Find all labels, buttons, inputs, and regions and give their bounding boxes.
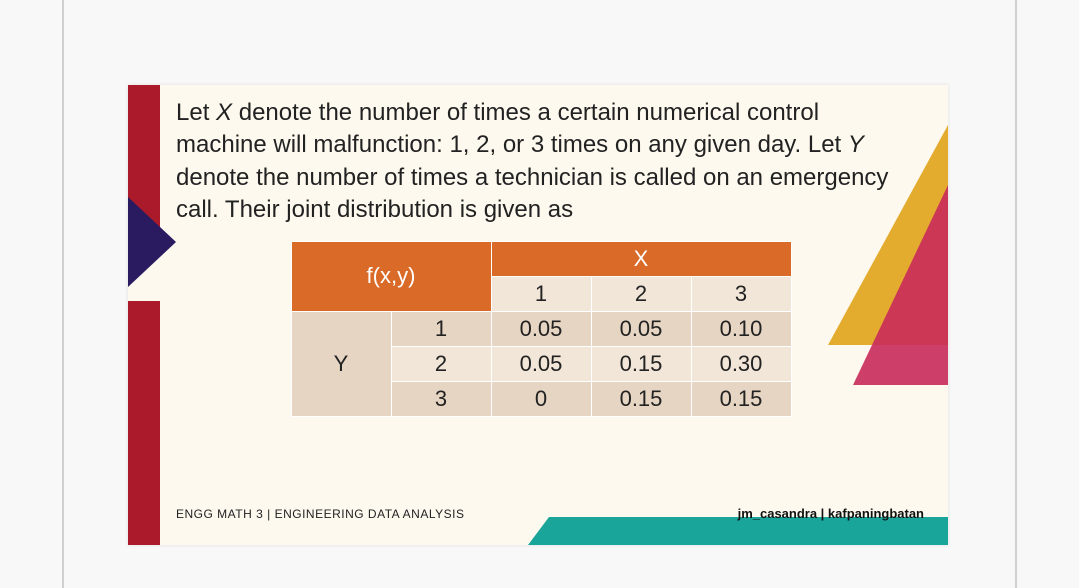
- cell: 0.15: [591, 381, 691, 416]
- decor-triangle-blue: [128, 197, 176, 287]
- x-level: 3: [691, 276, 791, 311]
- cell: 0.05: [491, 346, 591, 381]
- y-level: 2: [391, 346, 491, 381]
- cell: 0.10: [691, 311, 791, 346]
- text-frag: Let: [176, 99, 216, 126]
- variable-x: X: [216, 99, 239, 126]
- joint-distribution-table: f(x,y) X 1 2 3 Y 1 0.05 0.05 0.10 2 0.05…: [291, 241, 792, 417]
- cell: 0.30: [691, 346, 791, 381]
- x-level: 2: [591, 276, 691, 311]
- problem-statement: Let X denote the number of times a certa…: [176, 97, 906, 227]
- page-edge-left: [62, 0, 64, 588]
- y-level: 3: [391, 381, 491, 416]
- decor-stripe-red: [128, 85, 160, 545]
- slide-content: Let X denote the number of times a certa…: [176, 97, 906, 417]
- header-y: Y: [291, 311, 391, 416]
- cell: 0: [491, 381, 591, 416]
- cell: 0.05: [491, 311, 591, 346]
- decor-bottom-teal: [528, 517, 948, 545]
- cell: 0.15: [691, 381, 791, 416]
- y-level: 1: [391, 311, 491, 346]
- header-fxy: f(x,y): [291, 241, 491, 311]
- text-frag: denote the number of times a technician …: [176, 164, 888, 223]
- header-x: X: [491, 241, 791, 276]
- page-edge-right: [1015, 0, 1017, 588]
- x-level: 1: [491, 276, 591, 311]
- slide: Let X denote the number of times a certa…: [128, 85, 948, 545]
- footer-author: jm_casandra | kafpaningbatan: [738, 506, 924, 521]
- footer-course: ENGG MATH 3 | ENGINEERING DATA ANALYSIS: [176, 507, 464, 521]
- variable-y: Y: [848, 131, 864, 158]
- cell: 0.15: [591, 346, 691, 381]
- cell: 0.05: [591, 311, 691, 346]
- text-frag: denote the number of times a certain num…: [176, 99, 848, 158]
